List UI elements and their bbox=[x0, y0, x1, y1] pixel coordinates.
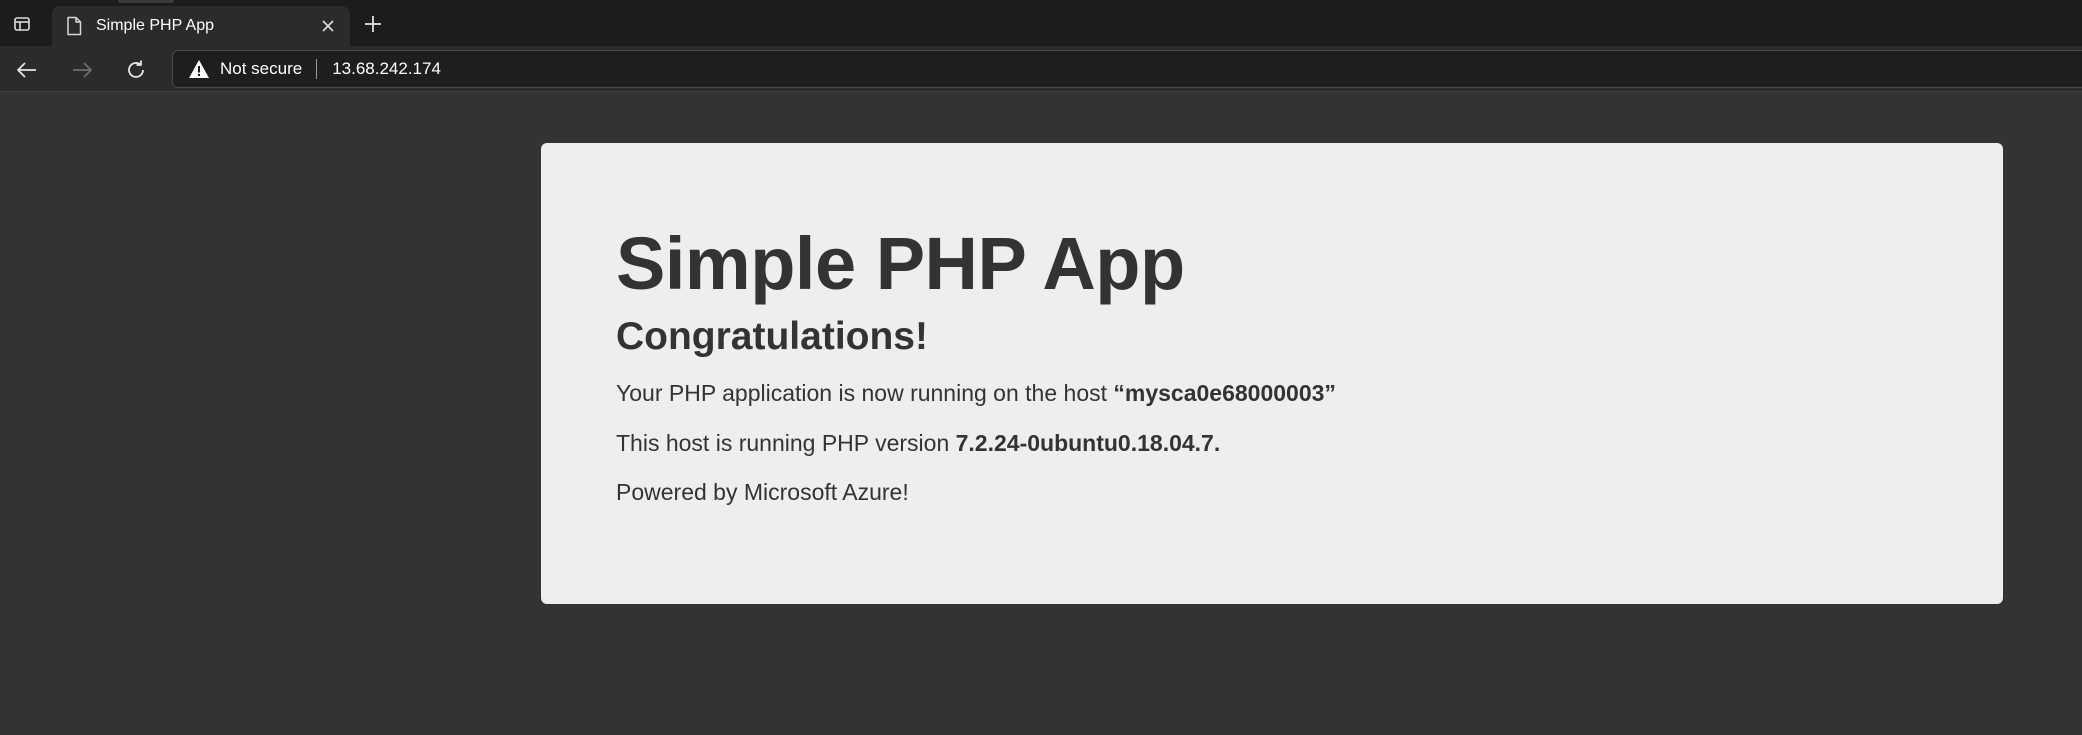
forward-arrow-icon[interactable] bbox=[67, 55, 97, 85]
back-arrow-icon[interactable] bbox=[12, 55, 42, 85]
close-icon[interactable] bbox=[316, 14, 340, 38]
powered-by: Powered by Microsoft Azure! bbox=[616, 479, 909, 506]
browser-tab[interactable]: Simple PHP App bbox=[52, 6, 350, 46]
tab-title: Simple PHP App bbox=[96, 17, 214, 34]
page-viewport: Simple PHP App Congratulations! Your PHP… bbox=[0, 93, 2082, 735]
browser-toolbar: Not secure 13.68.242.174 bbox=[0, 46, 2082, 92]
version-line-prefix: This host is running PHP version bbox=[616, 429, 956, 456]
php-version: 7.2.24-0ubuntu0.18.04.7. bbox=[955, 429, 1221, 456]
tab-drag-indicator bbox=[118, 0, 174, 3]
host-name: “mysca0e68000003” bbox=[1113, 380, 1336, 406]
host-line-prefix: Your PHP application is now running on t… bbox=[616, 380, 1114, 406]
document-icon bbox=[67, 16, 82, 36]
tab-actions-icon[interactable] bbox=[8, 10, 36, 38]
page-title: Simple PHP App bbox=[616, 222, 1185, 305]
tab-strip: Simple PHP App bbox=[0, 0, 2082, 46]
security-label[interactable]: Not secure bbox=[220, 59, 302, 79]
plus-icon[interactable] bbox=[359, 10, 387, 38]
reload-icon[interactable] bbox=[121, 55, 151, 85]
host-line: Your PHP application is now running on t… bbox=[616, 380, 2003, 408]
warning-icon bbox=[189, 60, 209, 78]
address-bar[interactable]: Not secure 13.68.242.174 bbox=[172, 50, 2082, 88]
page-subtitle: Congratulations! bbox=[616, 315, 928, 358]
version-line: This host is running PHP version 7.2.24-… bbox=[616, 430, 2003, 458]
address-divider bbox=[316, 59, 318, 79]
jumbotron: Simple PHP App Congratulations! Your PHP… bbox=[541, 143, 2003, 604]
url-text[interactable]: 13.68.242.174 bbox=[332, 59, 441, 79]
